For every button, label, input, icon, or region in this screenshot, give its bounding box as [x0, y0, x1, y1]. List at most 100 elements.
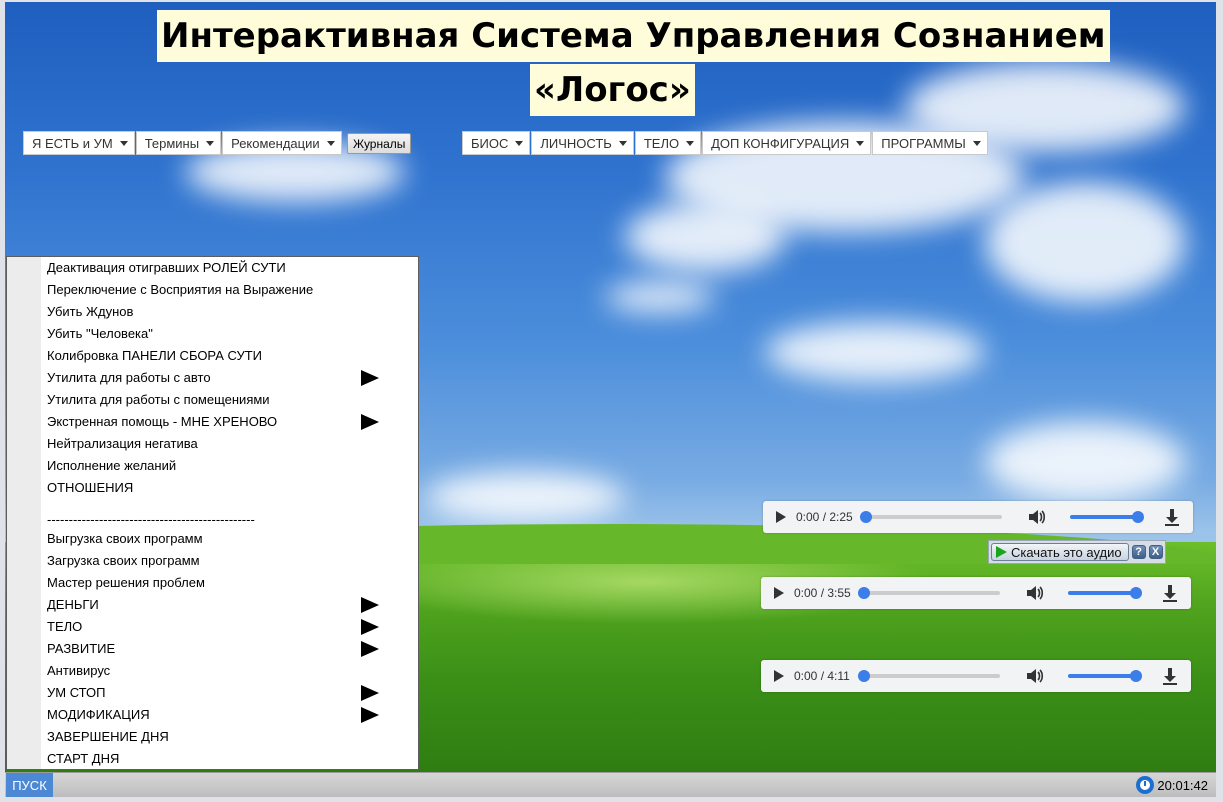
volume-slider[interactable]	[1068, 587, 1142, 599]
start-menu-item-label: Экстренная помощь - МНЕ ХРЕНОВО	[47, 414, 278, 429]
start-menu-item[interactable]: СТАРТ ДНЯ	[47, 748, 418, 770]
caret-down-icon	[856, 140, 865, 146]
start-menu-side-strip	[7, 257, 41, 769]
seek-knob[interactable]	[858, 670, 870, 682]
caret-down-icon	[686, 140, 695, 146]
start-menu-item-label: СТАРТ ДНЯ	[47, 751, 120, 766]
menu-terms-dropdown[interactable]: Термины	[135, 131, 222, 155]
volume-knob[interactable]	[1130, 670, 1142, 682]
start-menu-item[interactable]: Загрузка своих программ	[47, 550, 418, 572]
start-menu-item-label: Исполнение желаний	[47, 458, 177, 473]
start-menu-item[interactable]: ЗАВЕРШЕНИЕ ДНЯ	[47, 726, 418, 748]
start-menu-item-label: Загрузка своих программ	[47, 553, 200, 568]
start-menu-item[interactable]: Убить "Человека"	[47, 323, 418, 345]
volume-knob[interactable]	[1130, 587, 1142, 599]
download-icon[interactable]	[1164, 507, 1180, 527]
menu-label: ЛИЧНОСТЬ	[540, 135, 612, 151]
caret-down-icon	[326, 140, 335, 146]
play-icon[interactable]	[774, 587, 784, 599]
start-menu-item-label: МОДИФИКАЦИЯ	[47, 707, 150, 722]
start-menu-item[interactable]: РАЗВИТИЕ	[47, 638, 418, 660]
start-menu-item[interactable]: Экстренная помощь - МНЕ ХРЕНОВО	[47, 411, 418, 433]
start-menu-item[interactable]: УМ СТОП	[47, 682, 418, 704]
play-green-icon	[996, 546, 1007, 558]
start-menu-item-label: ОТНОШЕНИЯ	[47, 480, 134, 495]
help-button[interactable]: ?	[1131, 545, 1146, 559]
start-menu-item-label: Колибровка ПАНЕЛИ СБОРА СУТИ	[47, 348, 263, 363]
seek-knob[interactable]	[858, 587, 870, 599]
caret-down-icon	[972, 140, 981, 146]
start-menu-item-label: ЗАВЕРШЕНИЕ ДНЯ	[47, 729, 169, 744]
menu-bios-dropdown[interactable]: БИОС	[462, 131, 531, 155]
start-menu-item-label: ТЕЛО	[47, 619, 83, 634]
submenu-arrow-icon	[361, 597, 379, 613]
start-menu-item[interactable]: МОДИФИКАЦИЯ	[47, 704, 418, 726]
volume-icon[interactable]	[1026, 507, 1046, 527]
submenu-arrow-icon	[361, 619, 379, 635]
start-menu-item-label: РАЗВИТИЕ	[47, 641, 116, 656]
volume-slider[interactable]	[1070, 511, 1144, 523]
submenu-arrow-icon	[361, 641, 379, 657]
start-menu-item[interactable]: Антивирус	[47, 660, 418, 682]
page-subtitle: «Логос»	[530, 64, 695, 116]
start-menu-item[interactable]: Переключение с Восприятия на Выражение	[47, 279, 418, 301]
menu-label: ТЕЛО	[643, 135, 680, 151]
clock-icon	[1136, 776, 1155, 794]
start-button[interactable]: ПУСК	[6, 773, 53, 797]
seek-knob[interactable]	[860, 511, 872, 523]
start-menu-item[interactable]: Мастер решения проблем	[47, 572, 418, 594]
start-menu-item-label: Антивирус	[47, 663, 111, 678]
start-menu-item-label: УМ СТОП	[47, 685, 106, 700]
start-menu-item[interactable]: ТЕЛО	[47, 616, 418, 638]
menu-personality-dropdown[interactable]: ЛИЧНОСТЬ	[531, 131, 634, 155]
page-title: Интерактивная Система Управления Сознани…	[157, 10, 1110, 62]
download-icon[interactable]	[1162, 666, 1178, 686]
start-menu-item[interactable]: Исполнение желаний	[47, 455, 418, 477]
seek-slider[interactable]	[858, 587, 1000, 599]
caret-down-icon	[119, 140, 128, 146]
seek-slider[interactable]	[860, 511, 1002, 523]
volume-knob[interactable]	[1132, 511, 1144, 523]
menu-programs-dropdown[interactable]: ПРОГРАММЫ	[872, 131, 988, 155]
start-menu-item[interactable]: Утилита для работы с авто	[47, 367, 418, 389]
submenu-arrow-icon	[361, 370, 379, 386]
seek-slider[interactable]	[858, 670, 1000, 682]
menu-recommendations-dropdown[interactable]: Рекомендации	[222, 131, 342, 155]
start-menu-item-label: Нейтрализация негатива	[47, 436, 198, 451]
play-icon[interactable]	[776, 511, 786, 523]
journals-button[interactable]: Журналы	[347, 133, 412, 154]
audio-time: 0:00 / 3:55	[794, 586, 851, 600]
audio-player: 0:00 / 2:25	[763, 501, 1193, 533]
start-menu-item[interactable]: ДЕНЬГИ	[47, 594, 418, 616]
menu-label: Рекомендации	[231, 135, 320, 151]
download-icon[interactable]	[1162, 583, 1178, 603]
start-menu-item[interactable]: Выгрузка своих программ	[47, 528, 418, 550]
menu-label: Термины	[144, 135, 200, 151]
menu-extra-config-dropdown[interactable]: ДОП КОНФИГУРАЦИЯ	[702, 131, 872, 155]
menu-label: Я ЕСТЬ и УМ	[32, 135, 113, 151]
start-menu-item[interactable]: Деактивация отигравших РОЛЕЙ СУТИ	[47, 257, 418, 279]
start-menu-item-label: Убить Ждунов	[47, 304, 134, 319]
submenu-arrow-icon	[361, 707, 379, 723]
menu-ya-est-i-um-dropdown[interactable]: Я ЕСТЬ и УМ	[23, 131, 135, 155]
top-menu-left: Я ЕСТЬ и УМ Термины Рекомендации	[23, 131, 343, 155]
start-menu-item[interactable]: Убить Ждунов	[47, 301, 418, 323]
close-button[interactable]: X	[1148, 545, 1163, 559]
volume-slider[interactable]	[1068, 670, 1142, 682]
menu-label: ПРОГРАММЫ	[881, 135, 966, 151]
start-menu-item[interactable]: Нейтрализация негатива	[47, 433, 418, 455]
caret-down-icon	[515, 140, 524, 146]
start-menu-item[interactable]: ОТНОШЕНИЯ	[47, 477, 418, 499]
start-menu-list: Деактивация отигравших РОЛЕЙ СУТИ Переклю…	[47, 257, 418, 770]
volume-icon[interactable]	[1024, 666, 1044, 686]
start-menu-item[interactable]: Утилита для работы с помещениями	[47, 389, 418, 411]
submenu-arrow-icon	[361, 685, 379, 701]
volume-icon[interactable]	[1024, 583, 1044, 603]
download-audio-bar: Скачать это аудио ? X	[988, 540, 1166, 564]
audio-player: 0:00 / 3:55	[761, 577, 1191, 609]
menu-body-dropdown[interactable]: ТЕЛО	[634, 131, 702, 155]
play-icon[interactable]	[774, 670, 784, 682]
start-menu-item[interactable]: Колибровка ПАНЕЛИ СБОРА СУТИ	[47, 345, 418, 367]
start-menu-item-label: ДЕНЬГИ	[47, 597, 99, 612]
download-audio-button[interactable]: Скачать это аудио	[991, 543, 1129, 561]
